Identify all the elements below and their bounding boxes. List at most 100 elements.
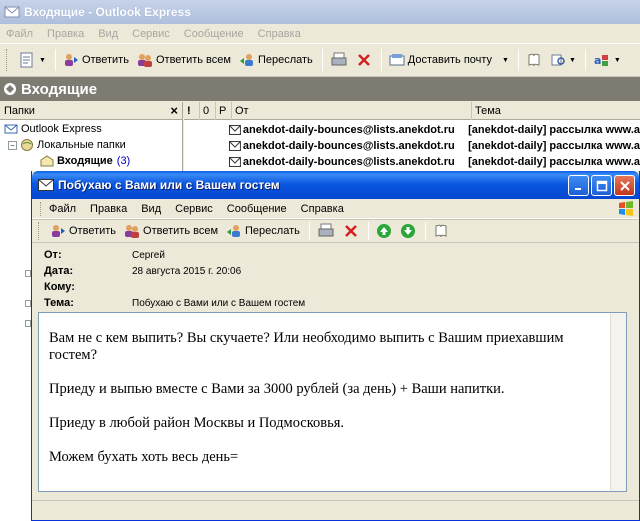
find-button[interactable]: ▼ (547, 49, 579, 71)
column-attachment[interactable]: 0 (200, 101, 216, 120)
header-from-row: От: Сергей (44, 247, 639, 263)
inbox-folder-icon (4, 83, 16, 95)
row-subject: [anekdot-daily] рассылка www.a (468, 140, 640, 152)
print-button[interactable] (327, 49, 351, 71)
message-list-header: ! 0 Р От Тема (184, 101, 640, 120)
encoding-button[interactable]: a ▼ (590, 49, 624, 71)
message-window-titlebar[interactable]: Побухаю с Вами или с Вашем гостем (32, 171, 639, 199)
new-mail-icon (20, 52, 33, 68)
tree-item-outlook-express[interactable]: Outlook Express (0, 121, 182, 137)
row-from: anekdot-daily-bounces@lists.anekdot.ru (242, 156, 455, 168)
table-row[interactable]: anekdot-daily-bounces@lists.anekdot.ru [… (184, 154, 640, 170)
reply-icon (52, 225, 65, 237)
main-menu-tools[interactable]: Сервис (132, 28, 170, 40)
vertical-scrollbar[interactable] (610, 313, 626, 491)
envelope-icon (229, 141, 241, 151)
svg-text:a: a (594, 54, 601, 67)
table-row[interactable]: anekdot-daily-bounces@lists.anekdot.ru [… (184, 122, 640, 138)
delete-x-icon (344, 225, 357, 237)
body-paragraph: Вам не с кем выпить? Вы скучаете? Или не… (49, 330, 568, 363)
tree-item-inbox[interactable]: Входящие (3) (0, 153, 182, 169)
reply-all-icon (125, 225, 140, 238)
close-button[interactable] (614, 175, 635, 196)
tree-item-local-folders[interactable]: − Локальные папки (0, 137, 182, 153)
main-menu-file[interactable]: Файл (6, 28, 33, 40)
send-receive-label: Доставить почту (407, 54, 493, 66)
msg-reply-all-button[interactable]: Ответить всем (121, 221, 221, 241)
msg-menu-file[interactable]: Файл (49, 203, 76, 215)
encoding-icon: a (594, 54, 608, 67)
msg-menu-view[interactable]: Вид (141, 203, 161, 215)
outlook-express-icon (4, 6, 20, 18)
message-headers: От: Сергей Дата: 28 августа 2015 г. 20:0… (32, 243, 639, 312)
message-window: Побухаю с Вами или с Вашем гостем Файл П… (31, 171, 640, 521)
arrow-up-icon (376, 224, 391, 238)
main-menu-message[interactable]: Сообщение (184, 28, 244, 40)
column-priority[interactable]: ! (184, 101, 200, 120)
maximize-button[interactable] (591, 175, 612, 196)
toolbar-separator (308, 222, 310, 240)
outlook-express-icon (4, 124, 18, 134)
message-body[interactable]: Вам не с кем выпить? Вы скучаете? Или не… (38, 312, 627, 492)
minimize-icon (574, 187, 581, 190)
addresses-button[interactable] (523, 49, 545, 71)
body-paragraph: Приеду и выпью вместе с Вами за 3000 руб… (49, 381, 505, 397)
msg-addresses-button[interactable] (430, 221, 452, 241)
header-from-label: От: (44, 249, 62, 261)
msg-delete-button[interactable] (340, 221, 362, 241)
forward-button[interactable]: Переслать (236, 49, 316, 71)
msg-menu-message[interactable]: Сообщение (227, 203, 287, 215)
row-subject: [anekdot-daily] рассылка www.a (468, 156, 640, 168)
status-bar (32, 500, 639, 520)
msg-menu-edit[interactable]: Правка (90, 203, 127, 215)
main-menu-edit[interactable]: Правка (47, 28, 84, 40)
column-from[interactable]: От (232, 101, 472, 120)
chevron-down-icon: ▼ (613, 56, 621, 64)
main-menu-view[interactable]: Вид (98, 28, 118, 40)
msg-menu-tools[interactable]: Сервис (175, 203, 213, 215)
next-message-button[interactable] (397, 221, 419, 241)
header-subject-value: Побухаю с Вами или с Вашем гостем (132, 297, 306, 309)
reply-all-label: Ответить всем (155, 54, 231, 66)
reply-button[interactable]: Ответить (60, 49, 132, 71)
msg-menu-help[interactable]: Справка (301, 203, 344, 215)
msg-forward-button[interactable]: Переслать (223, 221, 303, 241)
minimize-button[interactable] (568, 175, 589, 196)
previous-message-button[interactable] (373, 221, 395, 241)
chevron-down-icon[interactable]: ▼ (502, 57, 509, 64)
table-row[interactable]: anekdot-daily-bounces@lists.anekdot.ru [… (184, 138, 640, 154)
new-mail-button[interactable]: ▼ (15, 49, 49, 71)
reply-all-button[interactable]: Ответить всем (134, 49, 234, 71)
close-icon (619, 180, 630, 191)
address-book-icon (528, 53, 540, 67)
windows-flag-icon (619, 201, 633, 216)
msg-print-button[interactable] (314, 221, 338, 241)
collapse-toggle[interactable]: − (8, 140, 17, 150)
main-menu-help[interactable]: Справка (258, 28, 301, 40)
toolbar-separator (380, 49, 382, 71)
header-date-label: Дата: (44, 265, 74, 277)
forward-label: Переслать (257, 54, 313, 66)
tree-item-label: Outlook Express (21, 123, 102, 135)
main-window-title: Входящие - Outlook Express (24, 5, 191, 19)
column-flag[interactable]: Р (216, 101, 232, 120)
address-book-icon (435, 224, 447, 238)
msg-reply-button[interactable]: Ответить (47, 221, 119, 241)
header-to-label: Кому: (44, 281, 75, 293)
folder-title: Входящие (21, 80, 98, 98)
toolbar-grip[interactable] (6, 49, 9, 71)
header-from-value[interactable]: Сергей (132, 250, 165, 261)
menubar-grip[interactable] (40, 201, 43, 216)
column-subject[interactable]: Тема (472, 102, 640, 120)
forward-label: Переслать (245, 225, 300, 237)
arrow-down-icon (400, 224, 415, 238)
toolbar-grip[interactable] (38, 222, 41, 240)
tree-item-label: Входящие (57, 155, 113, 167)
print-icon (331, 52, 347, 66)
delete-x-icon (357, 54, 370, 66)
folder-title-bar: Входящие (0, 77, 640, 101)
send-receive-button[interactable]: Доставить почту ▼ (386, 49, 512, 71)
delete-button[interactable] (353, 49, 375, 71)
body-paragraph: Можем бухать хоть весь день= (49, 449, 239, 465)
folders-pane-close-button[interactable]: × (170, 103, 178, 118)
